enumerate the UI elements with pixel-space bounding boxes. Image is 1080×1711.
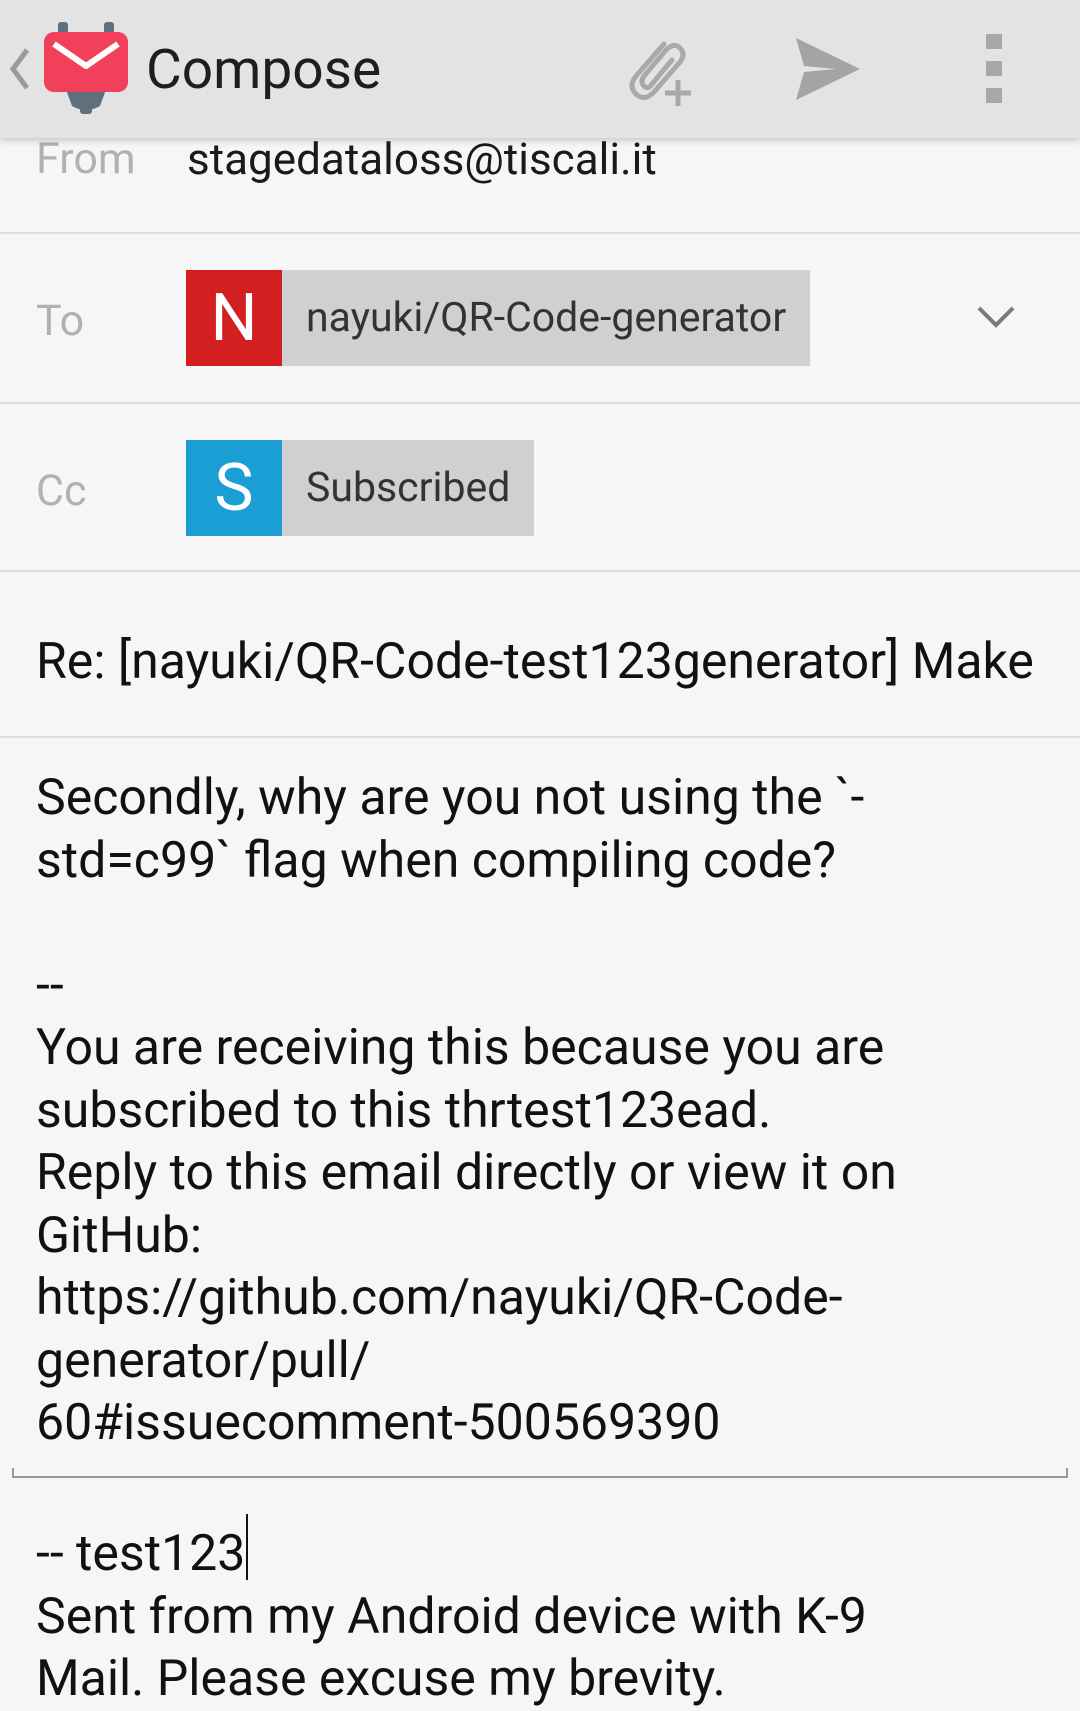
recipient-chip-to[interactable]: N nayuki/QR-Code-generator: [186, 270, 811, 366]
k9-mail-icon[interactable]: [44, 22, 128, 114]
divider: [0, 570, 1080, 572]
compose-screen: { "appbar": { "title": "Compose", "icons…: [0, 0, 1080, 1708]
body-field-underline: [12, 1468, 1068, 1478]
divider: [0, 232, 1080, 234]
attach-icon[interactable]: [620, 28, 702, 108]
signature-text: Sent from my Android device with K-9 Mai…: [36, 1587, 867, 1709]
divider: [0, 402, 1080, 404]
from-label: From: [36, 134, 136, 184]
page-title: Compose: [146, 38, 382, 102]
signature-field[interactable]: -- test123 Sent from my Android device w…: [36, 1514, 1036, 1711]
message-body-field[interactable]: Secondly, why are you not using the `- s…: [36, 767, 1036, 1455]
from-account[interactable]: stagedataloss@tiscali.it: [187, 132, 657, 186]
recipient-chip-cc[interactable]: S Subscribed: [186, 440, 535, 536]
recipient-name: Subscribed: [306, 464, 511, 512]
avatar: S: [186, 440, 282, 536]
text-cursor: [246, 1514, 249, 1580]
action-bar: Compose: [0, 0, 1080, 138]
chevron-down-icon[interactable]: [976, 304, 1016, 330]
chevron-left-icon[interactable]: [8, 44, 30, 94]
subject-field[interactable]: Re: [nayuki/QR-Code-test123generator] Ma…: [36, 632, 1046, 692]
avatar: N: [186, 270, 282, 366]
to-label: To: [36, 296, 85, 346]
cc-label: Cc: [36, 466, 87, 516]
signature-first-line: -- test123: [36, 1525, 246, 1583]
send-icon[interactable]: [796, 38, 860, 100]
overflow-menu-icon[interactable]: [982, 34, 1006, 104]
recipient-name: nayuki/QR-Code-generator: [306, 294, 787, 342]
divider: [0, 736, 1080, 738]
